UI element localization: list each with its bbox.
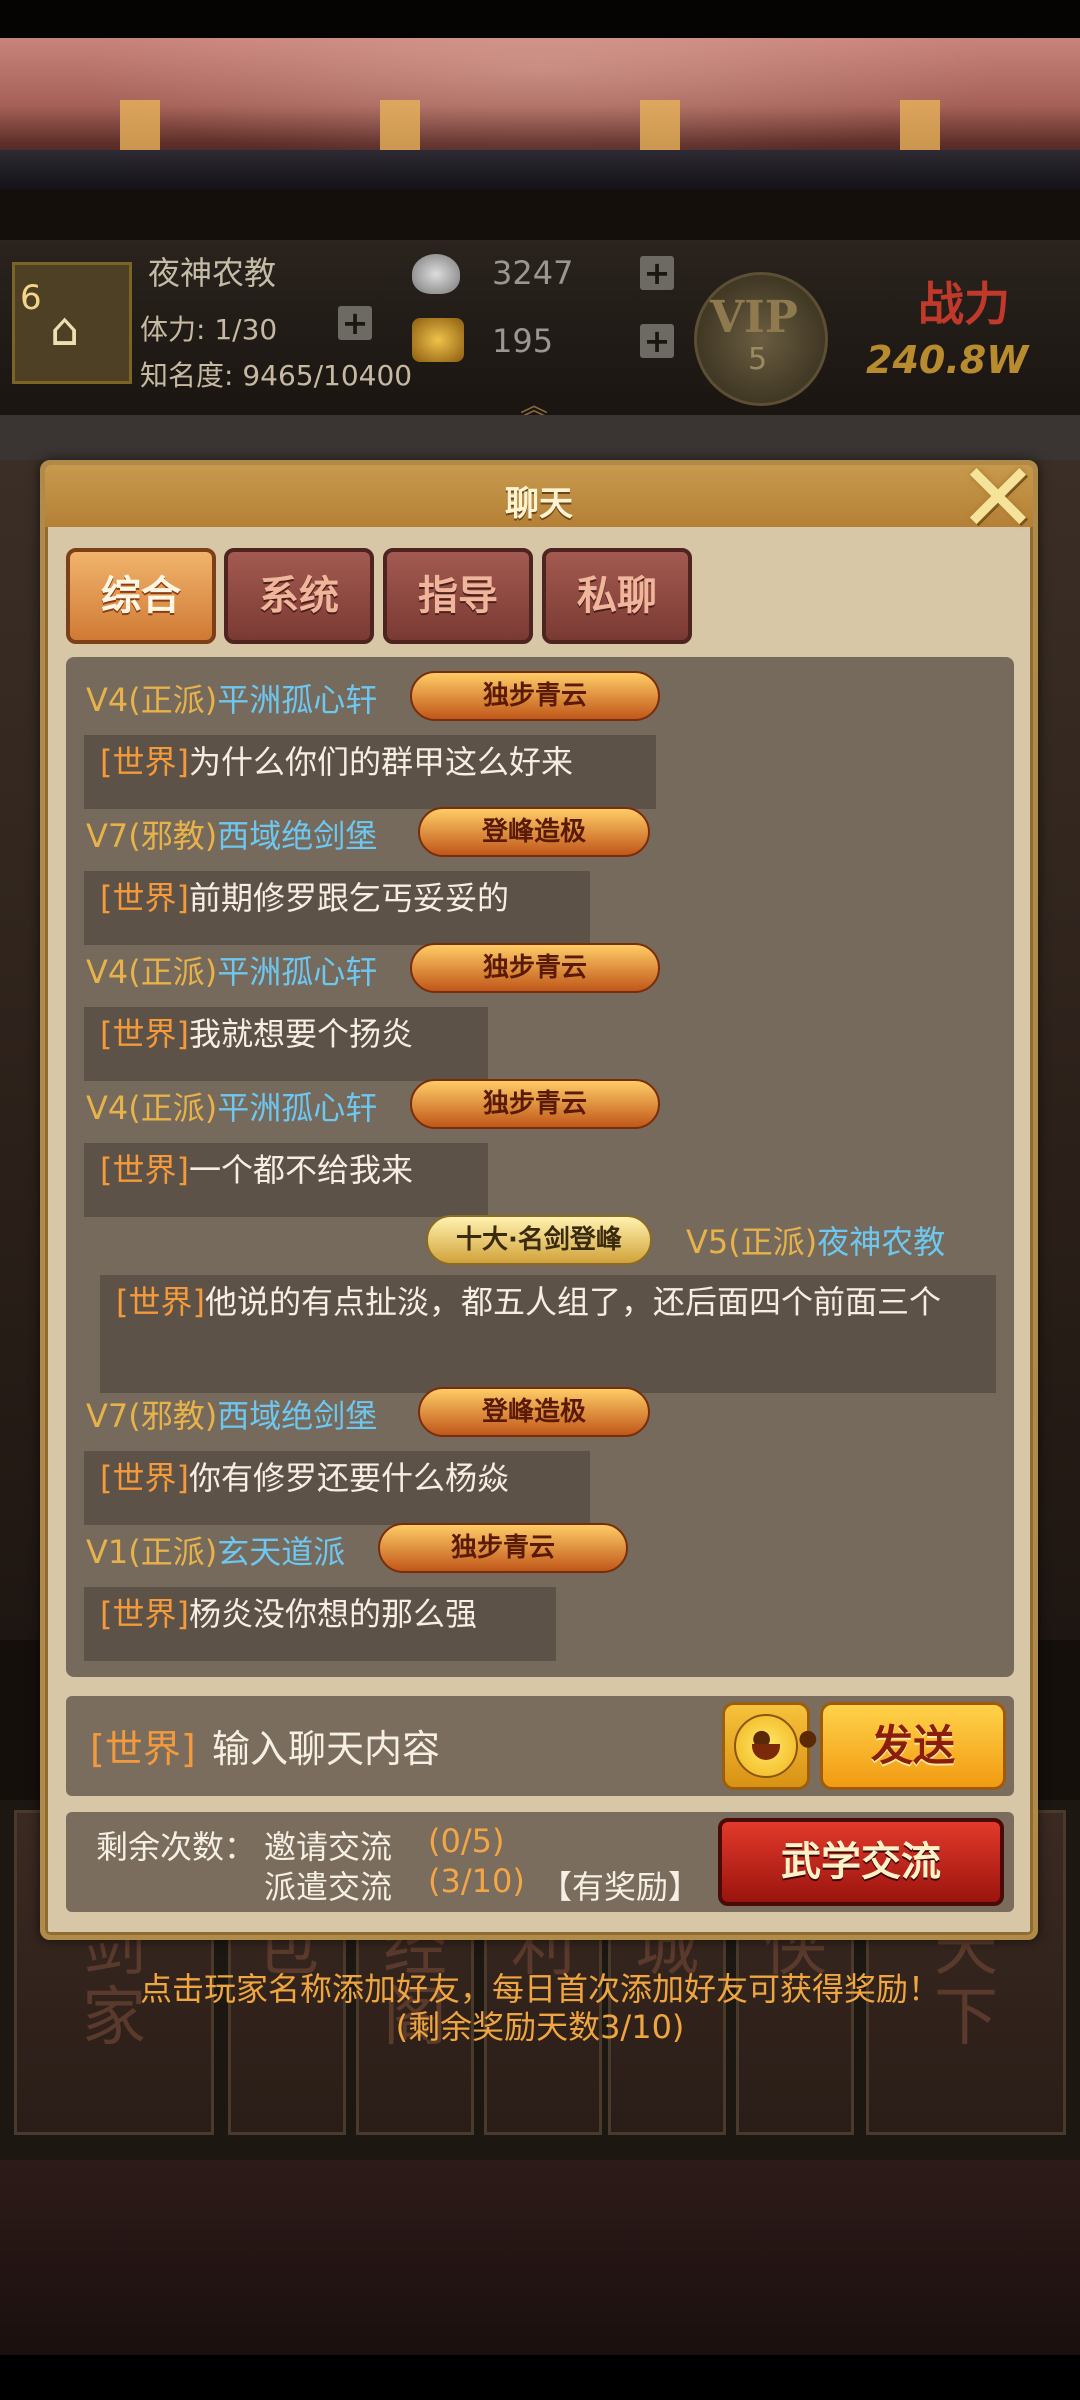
vip-level: 5 — [748, 342, 768, 377]
player-name: 夜神农教 — [148, 254, 277, 292]
tab-guide[interactable]: 指导 — [383, 548, 533, 644]
message-bubble: [世界]一个都不给我来 — [84, 1143, 488, 1217]
invite-exchange-count: (0/5) — [428, 1822, 505, 1860]
reward-note: 【有奖励】 — [540, 1868, 701, 1906]
tab-system[interactable]: 系统 — [224, 548, 374, 644]
roof-band — [0, 150, 1080, 190]
message-sender[interactable]: V1(正派)玄天道派 — [86, 1527, 345, 1573]
power-value: 240.8W — [866, 338, 1029, 382]
remaining-label: 剩余次数： — [96, 1828, 257, 1866]
player-level: 6 — [20, 278, 42, 318]
tab-private[interactable]: 私聊 — [542, 548, 692, 644]
menu-band — [0, 415, 1080, 465]
add-gold-button[interactable]: + — [640, 324, 674, 358]
tab-general[interactable]: 综合 — [66, 548, 216, 644]
message-bubble: [世界]他说的有点扯淡，都五人组了，还后面四个前面三个 — [100, 1275, 996, 1393]
title-badge: 独步青云 — [410, 943, 660, 993]
message-sender[interactable]: V7(邪教)西域绝剑堡 — [86, 1391, 377, 1437]
power-label: 战力 — [918, 277, 1010, 331]
message-sender[interactable]: V4(正派)平洲孤心轩 — [86, 675, 377, 721]
message-sender[interactable]: V7(邪教)西域绝剑堡 — [86, 811, 377, 857]
message-bubble: [世界]为什么你们的群甲这么好来 — [84, 735, 656, 809]
message-bubble: [世界]前期修罗跟乞丐妥妥的 — [84, 871, 590, 945]
reward-days-tip: (剩余奖励天数3/10) — [395, 2008, 685, 2046]
chat-title: 聊天 — [505, 484, 573, 524]
title-badge: 十大·名剑登峰 — [426, 1215, 652, 1265]
channel-label[interactable]: [世界] — [90, 1718, 196, 1773]
martial-exchange-button[interactable]: 武学交流 — [718, 1818, 1004, 1906]
close-icon[interactable]: ✕ — [955, 450, 1041, 546]
chat-input[interactable]: 输入聊天内容 — [212, 1718, 440, 1773]
chat-message-list[interactable]: V4(正派)平洲孤心轩 独步青云 [世界]为什么你们的群甲这么好来 V7(邪教)… — [66, 657, 1014, 1677]
floor-background — [0, 2160, 1080, 2360]
send-button[interactable]: 发送 — [820, 1702, 1006, 1790]
silver-ingot-icon — [412, 254, 460, 294]
dispatch-exchange-label: 派遣交流 — [264, 1868, 393, 1906]
stamina-text: 体力: 1/30 — [140, 313, 278, 346]
message-bubble: [世界]我就想要个扬炎 — [84, 1007, 488, 1081]
message-sender[interactable]: V4(正派)平洲孤心轩 — [86, 1083, 377, 1129]
message-bubble: [世界]你有修罗还要什么杨焱 — [84, 1451, 590, 1525]
message-sender[interactable]: V4(正派)平洲孤心轩 — [86, 947, 377, 993]
sect-house-icon: ⌂ — [50, 302, 80, 356]
title-badge: 登峰造极 — [418, 1387, 650, 1437]
title-badge: 独步青云 — [410, 671, 660, 721]
silver-amount: 3247 — [492, 254, 574, 292]
vip-label: VIP — [710, 292, 798, 343]
title-badge: 独步青云 — [378, 1523, 628, 1573]
title-badge: 独步青云 — [410, 1079, 660, 1129]
navigation-bar — [0, 2355, 1080, 2400]
add-stamina-button[interactable]: + — [338, 306, 372, 340]
dispatch-exchange-count: (3/10) — [428, 1862, 525, 1900]
message-bubble: [世界]杨炎没你想的那么强 — [84, 1587, 556, 1661]
fame-text: 知名度: 9465/10400 — [140, 359, 413, 392]
gold-amount: 195 — [492, 322, 554, 360]
add-silver-button[interactable]: + — [640, 256, 674, 290]
gold-ingot-icon — [412, 318, 464, 362]
title-badge: 登峰造极 — [418, 807, 650, 857]
message-sender[interactable]: V5(正派)夜神农教 — [686, 1217, 945, 1263]
status-bar — [0, 0, 1080, 38]
